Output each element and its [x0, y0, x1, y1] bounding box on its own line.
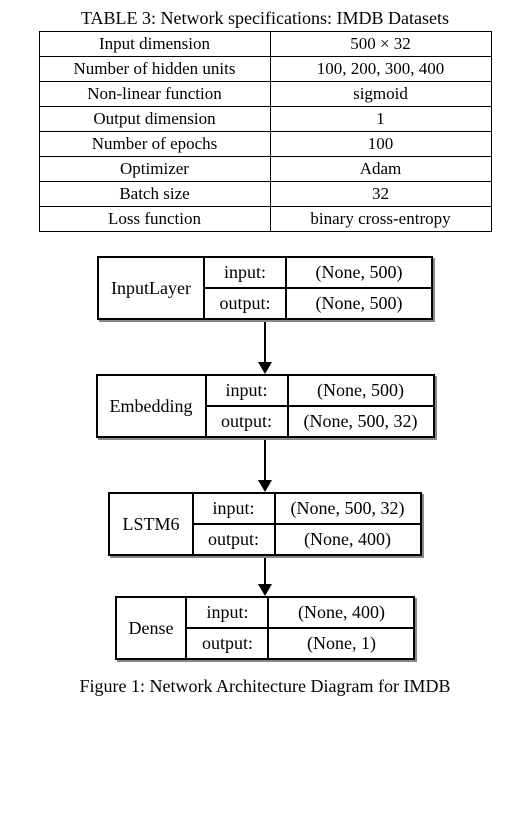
io-col: input: (None, 500) output: (None, 500) [205, 258, 431, 318]
arrow-icon [264, 558, 266, 594]
io-row-output: output: (None, 500) [205, 289, 431, 318]
spec-key: Loss function [39, 207, 270, 232]
spec-val: Adam [270, 157, 491, 182]
spec-key: Number of hidden units [39, 57, 270, 82]
io-value: (None, 1) [269, 629, 413, 658]
layer-embedding: Embedding input: (None, 500) output: (No… [96, 374, 435, 438]
table-row: Number of hidden units 100, 200, 300, 40… [39, 57, 491, 82]
spec-key: Number of epochs [39, 132, 270, 157]
page: TABLE 3: Network specifications: IMDB Da… [0, 0, 530, 838]
io-value: (None, 400) [276, 525, 420, 554]
io-label: input: [194, 494, 276, 525]
spec-val: 32 [270, 182, 491, 207]
table-row: Optimizer Adam [39, 157, 491, 182]
spec-val: 100, 200, 300, 400 [270, 57, 491, 82]
spec-table: Input dimension 500 × 32 Number of hidde… [39, 31, 492, 232]
table-row: Loss function binary cross-entropy [39, 207, 491, 232]
table-row: Number of epochs 100 [39, 132, 491, 157]
spec-key: Optimizer [39, 157, 270, 182]
table-caption: TABLE 3: Network specifications: IMDB Da… [20, 8, 510, 29]
io-label: output: [194, 525, 276, 554]
spec-key: Non-linear function [39, 82, 270, 107]
io-value: (None, 500, 32) [289, 407, 433, 436]
layer-name: Dense [117, 598, 188, 658]
io-label: output: [187, 629, 269, 658]
spec-val: 500 × 32 [270, 32, 491, 57]
io-row-output: output: (None, 500, 32) [207, 407, 433, 436]
arrow-icon [264, 440, 266, 490]
io-row-input: input: (None, 500, 32) [194, 494, 420, 525]
spec-key: Output dimension [39, 107, 270, 132]
table-row: Batch size 32 [39, 182, 491, 207]
io-value: (None, 400) [269, 598, 413, 629]
io-row-input: input: (None, 500) [207, 376, 433, 407]
io-row-output: output: (None, 400) [194, 525, 420, 554]
architecture-diagram: InputLayer input: (None, 500) output: (N… [20, 256, 510, 660]
spec-val: 1 [270, 107, 491, 132]
layer-lstm6: LSTM6 input: (None, 500, 32) output: (No… [108, 492, 421, 556]
io-row-input: input: (None, 400) [187, 598, 413, 629]
table-row: Non-linear function sigmoid [39, 82, 491, 107]
table-row: Input dimension 500 × 32 [39, 32, 491, 57]
io-label: input: [187, 598, 269, 629]
io-row-input: input: (None, 500) [205, 258, 431, 289]
figure-caption: Figure 1: Network Architecture Diagram f… [20, 676, 510, 697]
io-label: input: [207, 376, 289, 407]
io-row-output: output: (None, 1) [187, 629, 413, 658]
spec-val: 100 [270, 132, 491, 157]
layer-dense: Dense input: (None, 400) output: (None, … [115, 596, 416, 660]
layer-inputlayer: InputLayer input: (None, 500) output: (N… [97, 256, 433, 320]
io-col: input: (None, 500, 32) output: (None, 40… [194, 494, 420, 554]
io-value: (None, 500) [287, 258, 431, 289]
layer-name: LSTM6 [110, 494, 193, 554]
io-col: input: (None, 400) output: (None, 1) [187, 598, 413, 658]
spec-val: sigmoid [270, 82, 491, 107]
io-value: (None, 500, 32) [276, 494, 420, 525]
spec-val: binary cross-entropy [270, 207, 491, 232]
arrow-icon [264, 322, 266, 372]
io-label: output: [205, 289, 287, 318]
layer-name: Embedding [98, 376, 207, 436]
spec-key: Batch size [39, 182, 270, 207]
layer-name: InputLayer [99, 258, 205, 318]
io-col: input: (None, 500) output: (None, 500, 3… [207, 376, 433, 436]
spec-key: Input dimension [39, 32, 270, 57]
table-row: Output dimension 1 [39, 107, 491, 132]
io-label: input: [205, 258, 287, 289]
io-label: output: [207, 407, 289, 436]
io-value: (None, 500) [289, 376, 433, 407]
io-value: (None, 500) [287, 289, 431, 318]
